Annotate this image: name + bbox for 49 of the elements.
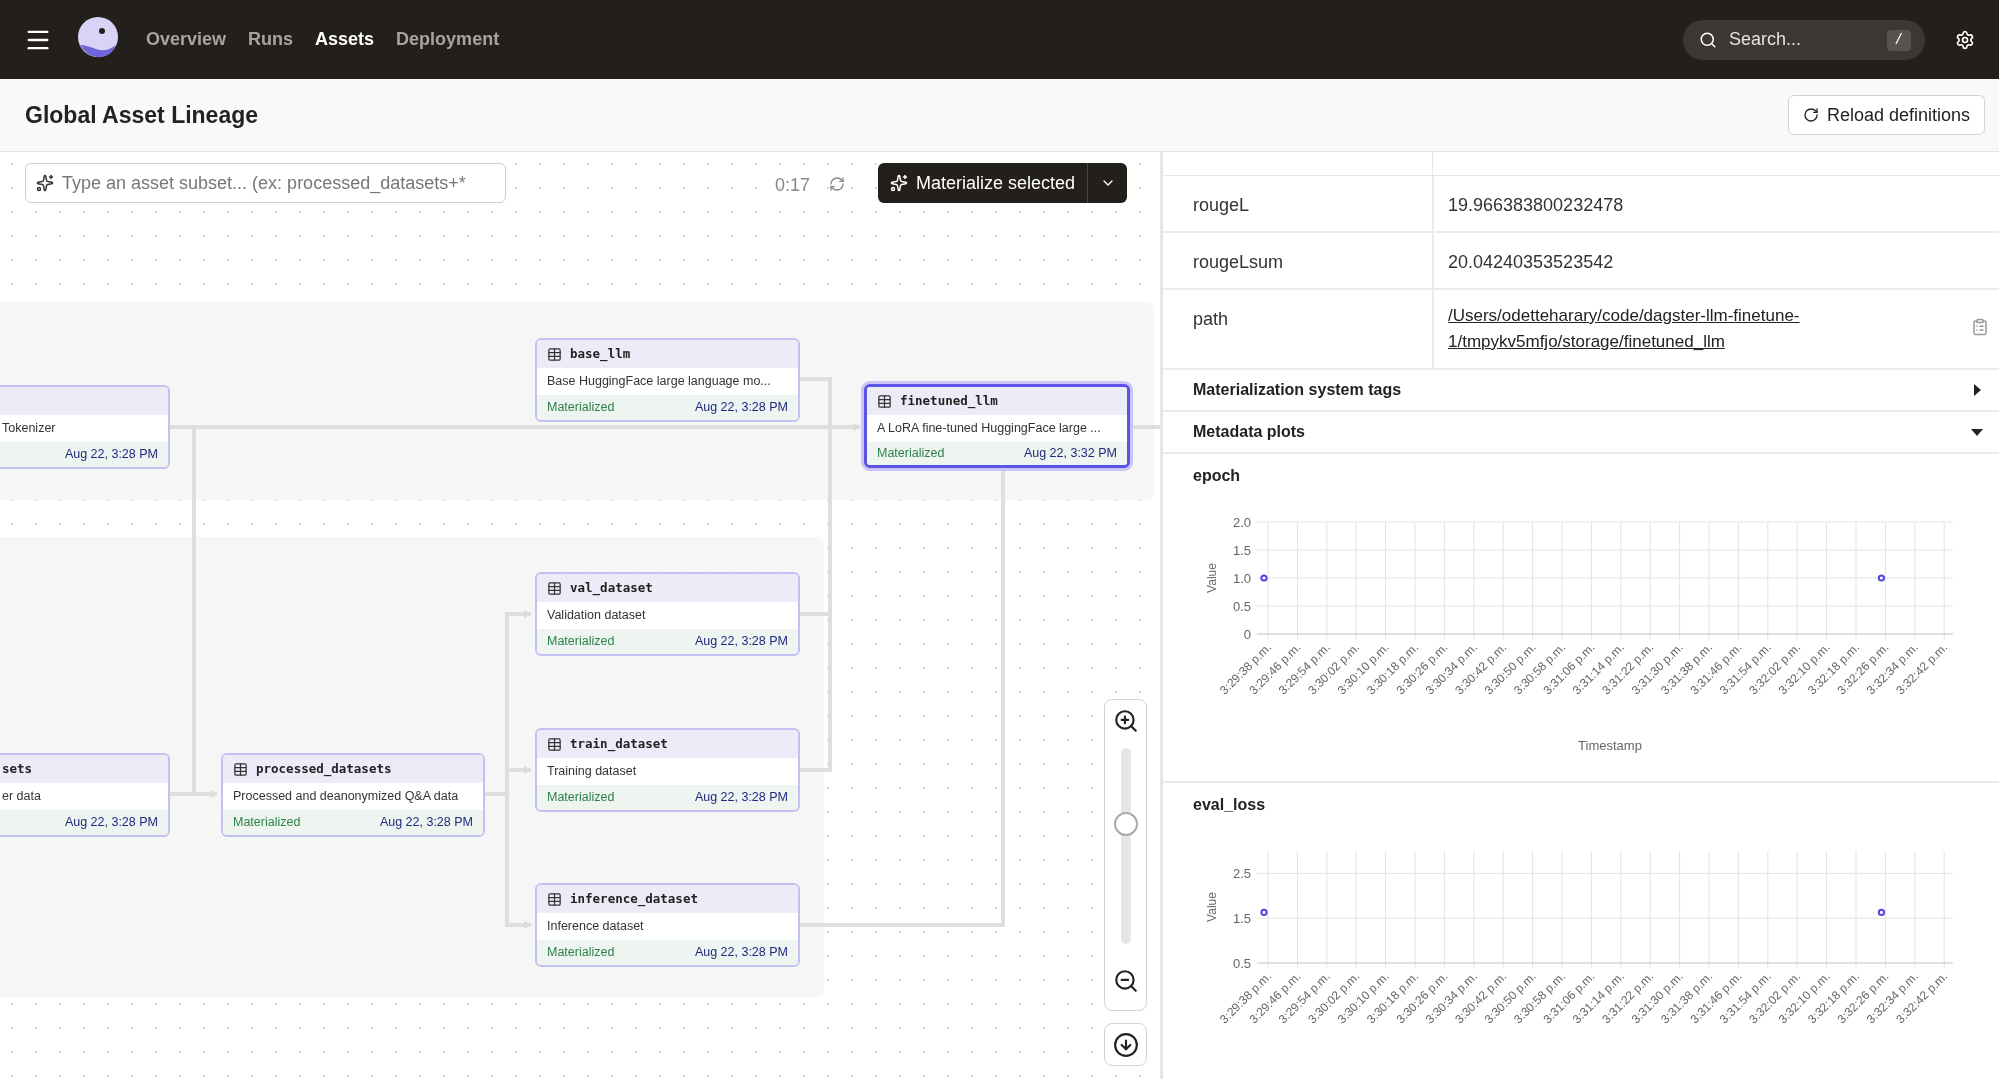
- asset-name: train_dataset: [570, 734, 668, 754]
- asset-description: er data: [2, 788, 41, 806]
- status-text: Materialized: [877, 445, 945, 463]
- status-text: Materialized: [547, 789, 615, 807]
- asset-description: Base HuggingFace large language mo...: [547, 373, 771, 391]
- status-text: Materialized: [547, 944, 615, 962]
- tick-label: 0.5: [1232, 956, 1251, 971]
- timestamp: Aug 22, 3:32 PM: [1023, 445, 1117, 463]
- status-text: Materialized: [547, 399, 615, 417]
- refresh-timer: 0:17: [775, 174, 811, 197]
- page-title: Global Asset Lineage: [25, 100, 259, 130]
- asset-name: finetuned_llm: [900, 391, 998, 411]
- tick-label: 2.0: [1232, 515, 1251, 530]
- timestamp: Aug 22, 3:28 PM: [694, 789, 788, 807]
- asset-name: base_llm: [570, 344, 631, 364]
- axis-title: Value: [1205, 563, 1219, 593]
- asset-description: Tokenizer: [2, 420, 56, 438]
- timestamp: Aug 22, 3:28 PM: [64, 446, 158, 464]
- asset-name: val_dataset: [570, 578, 653, 598]
- asset-name: sets: [2, 759, 33, 778]
- tick-label: 0.5: [1232, 599, 1251, 614]
- timestamp: Aug 22, 3:28 PM: [64, 814, 158, 832]
- tick-label: 1.5: [1232, 543, 1251, 558]
- timestamp: Aug 22, 3:28 PM: [694, 944, 788, 962]
- asset-description: A LoRA fine-tuned HuggingFace large ...: [877, 420, 1101, 438]
- asset-description: Validation dataset: [547, 607, 646, 625]
- tick-label: 0: [1243, 627, 1251, 642]
- timestamp: Aug 22, 3:28 PM: [694, 633, 788, 651]
- metadata-value: 19.966383800232478: [1448, 194, 1624, 217]
- metadata-key: rougeLsum: [1193, 252, 1284, 272]
- tick-label: 1.0: [1232, 571, 1251, 586]
- metadata-value: 20.04240353523542: [1448, 251, 1614, 274]
- metadata-key: rougeL: [1193, 195, 1250, 215]
- status-text: Materialized: [547, 633, 615, 651]
- asset-description: Processed and deanonymized Q&A data: [233, 788, 459, 806]
- timestamp: Aug 22, 3:28 PM: [694, 399, 788, 417]
- asset-name: processed_datasets: [256, 759, 392, 779]
- metadata-key: path: [1193, 309, 1229, 329]
- axis-title: Value: [1205, 892, 1219, 922]
- asset-description: Inference dataset: [547, 918, 644, 936]
- status-text: Materialized: [233, 814, 301, 832]
- asset-name: inference_dataset: [570, 889, 698, 909]
- plot-title: eval_loss: [1193, 796, 1266, 813]
- axis-title: Timestamp: [1578, 738, 1642, 753]
- timestamp: Aug 22, 3:28 PM: [379, 814, 473, 832]
- asset-description: Training dataset: [547, 763, 637, 781]
- plot-title: epoch: [1193, 467, 1241, 484]
- tick-label: 1.5: [1232, 911, 1251, 927]
- tick-label: 2.5: [1232, 866, 1251, 882]
